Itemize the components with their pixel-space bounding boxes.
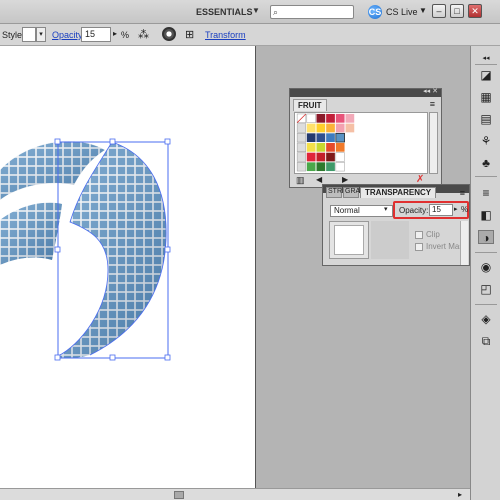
color-panel-icon[interactable]: ◪ — [478, 68, 494, 82]
swatch-row-6 — [296, 162, 345, 172]
graphic-styles-icon[interactable]: ◰ — [478, 282, 494, 296]
clip-checkbox[interactable] — [415, 231, 423, 239]
dock-divider — [475, 304, 497, 305]
transparency-panel: STR GRA TRANSPARENCY ≡ Normal ▾ Opacity:… — [322, 184, 470, 266]
search-icon: ⌕ — [273, 7, 279, 17]
percent-label: % — [121, 30, 130, 40]
style-dropdown[interactable]: ▾ — [36, 27, 46, 42]
close-button[interactable]: ✕ — [468, 4, 482, 18]
application-bar-spacer — [0, 0, 186, 24]
swatch-row-4 — [296, 142, 345, 152]
swatch-scrollbar[interactable] — [429, 112, 438, 174]
dock-divider — [475, 176, 497, 177]
object-thumbnail[interactable] — [329, 221, 369, 259]
swatch-row-5 — [296, 152, 345, 162]
panel-title-bar[interactable]: ◂◂ ✕ — [290, 87, 441, 97]
opacity-input[interactable]: 15 — [429, 204, 453, 216]
brushes-panel-icon[interactable]: ⚘ — [478, 134, 494, 148]
swatch-library-menu-icon[interactable]: ▥ — [296, 175, 305, 186]
transform-link[interactable]: Transform — [205, 30, 246, 40]
workspace-switcher[interactable]: ESSENTIALS — [196, 7, 253, 17]
symbols-panel-icon[interactable]: ♣ — [478, 156, 494, 170]
cs-live-menu[interactable]: CS Live — [386, 7, 418, 17]
appearance-panel-icon[interactable]: ◉ — [478, 260, 494, 274]
horizontal-scrollbar[interactable]: ▸ — [0, 488, 470, 500]
clip-label: Clip — [426, 230, 440, 239]
application-bar: ESSENTIALS ▼ ⌕ CS CS Live ▼ – □ ✕ — [0, 0, 500, 24]
tab-transparency[interactable]: TRANSPARENCY — [360, 187, 437, 198]
swatch-row-1 — [296, 113, 355, 123]
panel-menu-icon[interactable]: ≡ — [430, 99, 435, 109]
search-input[interactable]: ⌕ — [270, 5, 354, 19]
chevron-down-icon[interactable]: ▼ — [419, 6, 427, 15]
object-thumbnail-image — [334, 225, 364, 255]
opacity-label: Opacity: — [399, 206, 429, 215]
cs-live-icon[interactable]: CS — [368, 5, 382, 19]
tab-gradient[interactable]: GRA — [343, 187, 360, 198]
opacity-arrow-icon[interactable]: ▸ — [454, 205, 458, 213]
mask-thumbnail[interactable] — [371, 221, 409, 259]
panel-window-buttons[interactable]: ◂◂ ✕ — [423, 87, 438, 95]
dock-divider — [475, 64, 497, 65]
previous-library-icon[interactable]: ◀ — [316, 175, 322, 184]
stroke-panel-icon[interactable]: ≡ — [478, 186, 494, 200]
panel-menu-icon[interactable]: ≡ — [460, 188, 465, 198]
opacity-mask-icon[interactable] — [162, 27, 176, 41]
chevron-down-icon[interactable]: ▾ — [384, 205, 388, 213]
next-library-icon[interactable]: ▶ — [342, 175, 348, 184]
panel-scrollbar[interactable] — [460, 221, 468, 265]
restore-button[interactable]: □ — [450, 4, 464, 18]
tab-fruit[interactable]: FRUIT — [293, 99, 327, 111]
swatch-row-3 — [296, 132, 345, 143]
opacity-arrow-icon[interactable]: ▸ — [113, 29, 117, 38]
style-swatch[interactable] — [22, 27, 36, 42]
gradient-panel-icon[interactable]: ◧ — [478, 208, 494, 222]
swatch-library-panel: ◂◂ ✕ FRUIT ≡ ▥ ◀ ▶ ✗ — [289, 88, 442, 188]
align-icon[interactable]: ⊞ — [185, 28, 194, 41]
scroll-right-icon[interactable]: ▸ — [458, 490, 462, 499]
minimize-button[interactable]: – — [432, 4, 446, 18]
invert-mask-checkbox[interactable] — [415, 243, 423, 251]
swatches-panel-icon[interactable]: ▤ — [478, 112, 494, 126]
recolor-artwork-icon[interactable]: ⁂ — [138, 28, 149, 41]
layers-panel-icon[interactable]: ◈ — [478, 312, 494, 326]
transparency-panel-icon[interactable]: ◑ — [478, 230, 494, 245]
swatch-grid[interactable] — [294, 112, 428, 174]
color-guide-icon[interactable]: ▦ — [478, 90, 494, 104]
tab-stroke[interactable]: STR — [326, 187, 342, 198]
dock-divider — [475, 252, 497, 253]
globe-artwork[interactable] — [0, 130, 180, 370]
percent-label: % — [461, 205, 469, 214]
opacity-input[interactable]: 15 — [81, 27, 111, 42]
swatch-row-2 — [296, 123, 355, 133]
panel-dock: ◂◂ ◪ ▦ ▤ ⚘ ♣ ≡ ◧ ◑ ◉ ◰ ◈ ⧉ — [470, 46, 500, 500]
scrollbar-thumb[interactable] — [174, 491, 184, 499]
control-bar: Style: ▾ Opacity: 15 ▸ % ⁂ ⊞ Transform — [0, 24, 500, 46]
chevron-down-icon[interactable]: ▼ — [252, 6, 260, 15]
artboards-panel-icon[interactable]: ⧉ — [478, 334, 494, 348]
